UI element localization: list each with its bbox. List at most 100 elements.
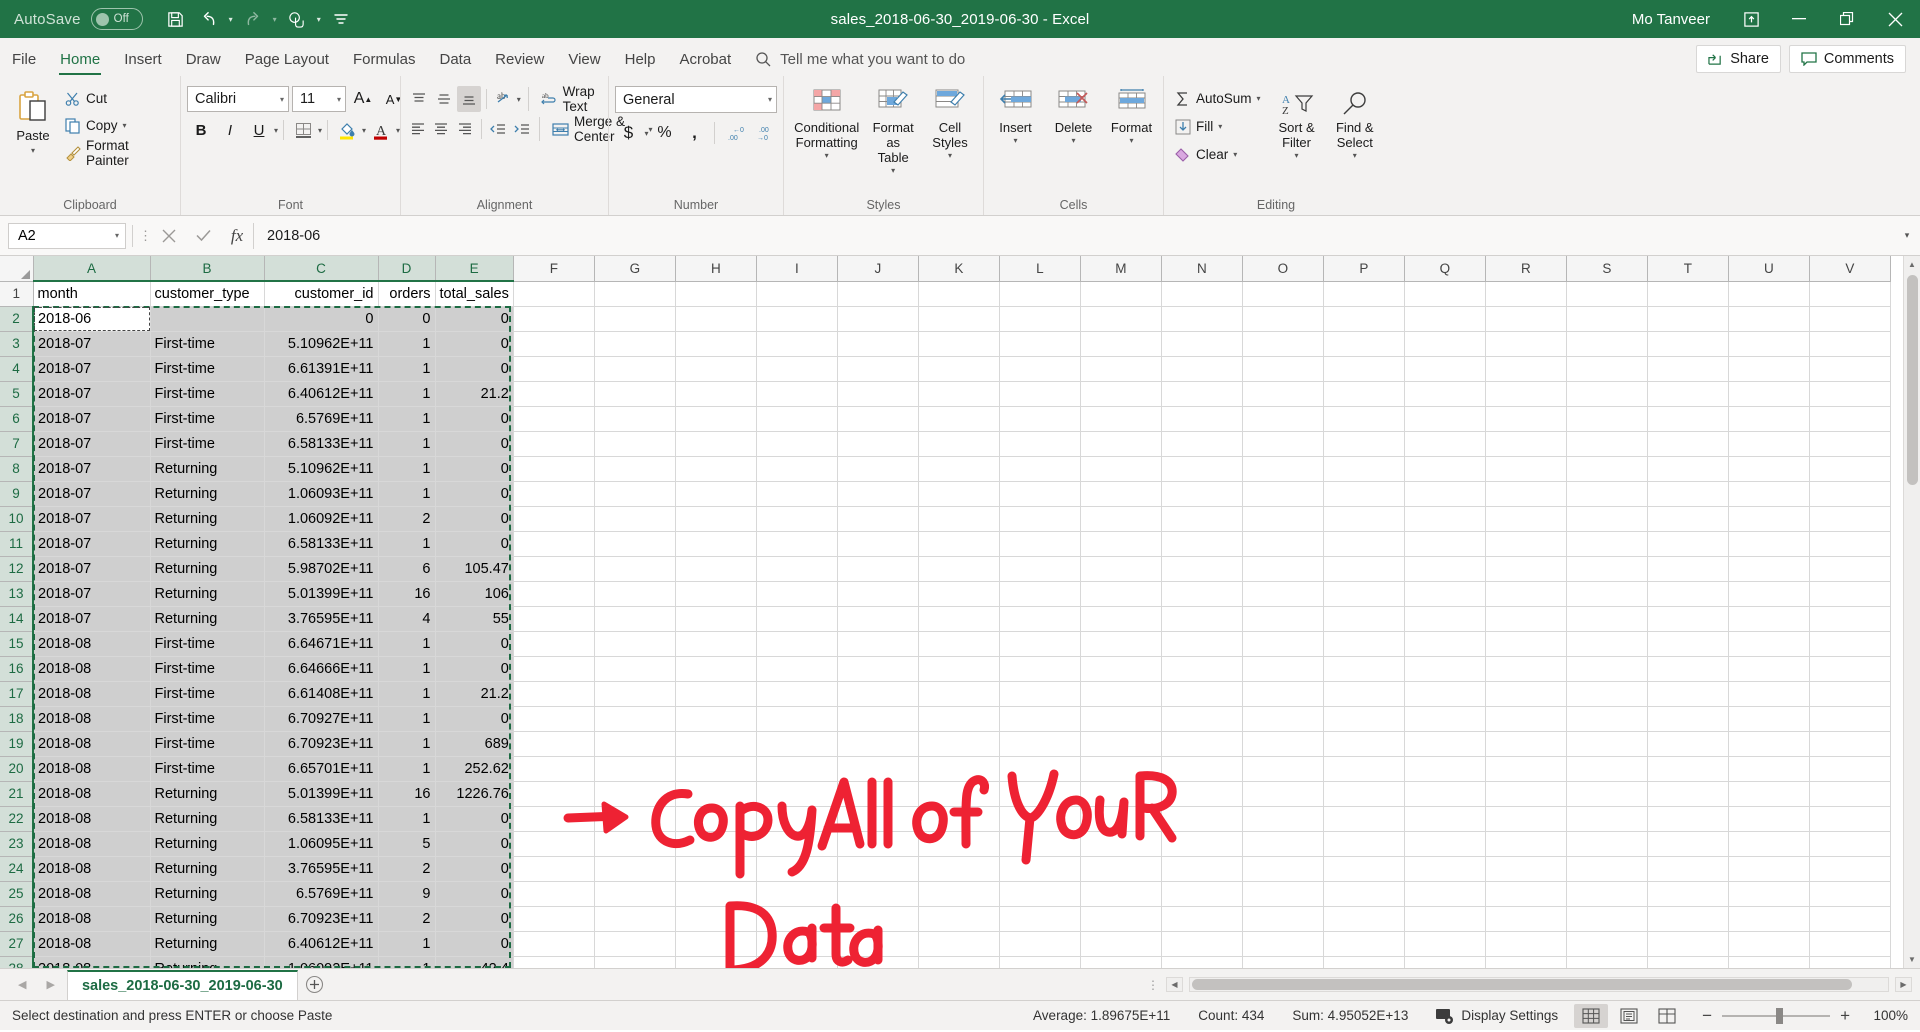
cell-empty[interactable] <box>1647 531 1728 556</box>
cell-empty[interactable] <box>1485 556 1566 581</box>
cell-empty[interactable] <box>1323 706 1404 731</box>
cell-empty[interactable] <box>837 381 918 406</box>
cell-empty[interactable] <box>756 656 837 681</box>
cell-empty[interactable] <box>513 806 594 831</box>
add-sheet-button[interactable] <box>298 969 332 1001</box>
cell-empty[interactable] <box>756 381 837 406</box>
cell-empty[interactable] <box>1080 731 1161 756</box>
col-header-M[interactable]: M <box>1080 256 1161 281</box>
comments-button[interactable]: Comments <box>1789 45 1906 73</box>
cell-empty[interactable] <box>837 631 918 656</box>
tab-help[interactable]: Help <box>613 42 668 76</box>
cell-orders-27[interactable]: 1 <box>378 931 435 956</box>
cell-empty[interactable] <box>1161 581 1242 606</box>
cell-customer-id-18[interactable]: 6.70927E+11 <box>264 706 378 731</box>
cell-empty[interactable] <box>594 881 675 906</box>
touch-mode-dropdown-icon[interactable]: ▾ <box>315 15 323 24</box>
cell-empty[interactable] <box>999 931 1080 956</box>
cell-empty[interactable] <box>675 881 756 906</box>
cell-customer-id-7[interactable]: 6.58133E+11 <box>264 431 378 456</box>
cell-empty[interactable] <box>675 481 756 506</box>
cell-empty[interactable] <box>1566 706 1647 731</box>
delete-cells-button[interactable]: Delete ▾ <box>1047 84 1101 149</box>
cell-empty[interactable] <box>1242 306 1323 331</box>
cell-empty[interactable] <box>1404 556 1485 581</box>
cell-empty[interactable] <box>918 556 999 581</box>
increase-font-size-button[interactable]: A▲ <box>349 86 377 112</box>
cell-empty[interactable] <box>513 656 594 681</box>
horizontal-scroll-thumb[interactable] <box>1192 979 1852 990</box>
cell-customer-type-19[interactable]: First-time <box>150 731 264 756</box>
cell-empty[interactable] <box>1647 906 1728 931</box>
cell-orders-11[interactable]: 1 <box>378 531 435 556</box>
cell-empty[interactable] <box>1566 506 1647 531</box>
cell-empty[interactable] <box>1323 356 1404 381</box>
cell-empty[interactable] <box>999 881 1080 906</box>
orientation-button[interactable]: ab <box>492 86 516 112</box>
cell-empty[interactable] <box>1404 481 1485 506</box>
cell-empty[interactable] <box>1323 806 1404 831</box>
fill-dropdown-icon[interactable]: ▾ <box>1218 122 1222 131</box>
cell-empty[interactable] <box>1323 606 1404 631</box>
cell-empty[interactable] <box>1809 356 1890 381</box>
row-header-17[interactable]: 17 <box>0 681 33 706</box>
cell-empty[interactable] <box>1728 506 1809 531</box>
cell-empty[interactable] <box>1404 381 1485 406</box>
cell-month-6[interactable]: 2018-07 <box>33 406 150 431</box>
cell-empty[interactable] <box>1080 656 1161 681</box>
cell-empty[interactable] <box>1080 456 1161 481</box>
cell-empty[interactable] <box>513 756 594 781</box>
cell-empty[interactable] <box>1323 581 1404 606</box>
cell-empty[interactable] <box>999 706 1080 731</box>
cell-empty[interactable] <box>1404 406 1485 431</box>
cell-customer-id-5[interactable]: 6.40612E+11 <box>264 381 378 406</box>
cell-empty[interactable] <box>1080 356 1161 381</box>
spreadsheet-grid[interactable]: A B C D E F G H I J K L M N O P Q R S T … <box>0 256 1920 968</box>
cell-empty[interactable] <box>837 331 918 356</box>
cell-empty[interactable] <box>1080 481 1161 506</box>
cell-empty[interactable] <box>1809 856 1890 881</box>
prev-sheet-icon[interactable]: ◀ <box>18 978 26 991</box>
cell-empty[interactable] <box>837 856 918 881</box>
find-select-button[interactable]: Find & Select ▾ <box>1328 84 1382 164</box>
cell-customer-id-24[interactable]: 3.76595E+11 <box>264 856 378 881</box>
customize-qat-icon[interactable] <box>326 5 356 33</box>
cell-empty[interactable] <box>1404 956 1485 968</box>
cell-empty[interactable] <box>918 406 999 431</box>
cell-empty[interactable] <box>918 356 999 381</box>
cell-empty[interactable] <box>1566 806 1647 831</box>
cell-empty[interactable] <box>1161 531 1242 556</box>
cell-customer-id-19[interactable]: 6.70923E+11 <box>264 731 378 756</box>
cell-styles-button[interactable]: Cell Styles ▾ <box>923 84 977 164</box>
borders-dropdown-icon[interactable]: ▾ <box>318 126 322 135</box>
cell-empty[interactable] <box>837 781 918 806</box>
cell-empty[interactable] <box>1404 656 1485 681</box>
cell-month-8[interactable]: 2018-07 <box>33 456 150 481</box>
cell-empty[interactable] <box>1566 681 1647 706</box>
cell-empty[interactable] <box>675 406 756 431</box>
cell-total-sales-28[interactable]: 42.4 <box>435 956 513 968</box>
row-header-24[interactable]: 24 <box>0 856 33 881</box>
cell-empty[interactable] <box>1566 831 1647 856</box>
cell-empty[interactable] <box>756 631 837 656</box>
cell-empty[interactable] <box>1161 356 1242 381</box>
borders-button[interactable] <box>289 117 317 143</box>
cell-customer-id-25[interactable]: 6.5769E+11 <box>264 881 378 906</box>
cell-empty[interactable] <box>837 456 918 481</box>
cell-empty[interactable] <box>999 481 1080 506</box>
cell-empty[interactable] <box>1728 581 1809 606</box>
cell-empty[interactable] <box>1485 606 1566 631</box>
cell-orders-25[interactable]: 9 <box>378 881 435 906</box>
cell-empty[interactable] <box>837 506 918 531</box>
tab-page-layout[interactable]: Page Layout <box>233 42 341 76</box>
cell-total-sales-18[interactable]: 0 <box>435 706 513 731</box>
cell-empty[interactable] <box>1728 531 1809 556</box>
cell-customer-id-9[interactable]: 1.06093E+11 <box>264 481 378 506</box>
cell-month-11[interactable]: 2018-07 <box>33 531 150 556</box>
cell-empty[interactable] <box>1728 706 1809 731</box>
row-header-11[interactable]: 11 <box>0 531 33 556</box>
cell-empty[interactable] <box>513 381 594 406</box>
cell-empty[interactable] <box>1161 456 1242 481</box>
cell-empty[interactable] <box>1404 856 1485 881</box>
align-left-button[interactable] <box>407 116 429 142</box>
